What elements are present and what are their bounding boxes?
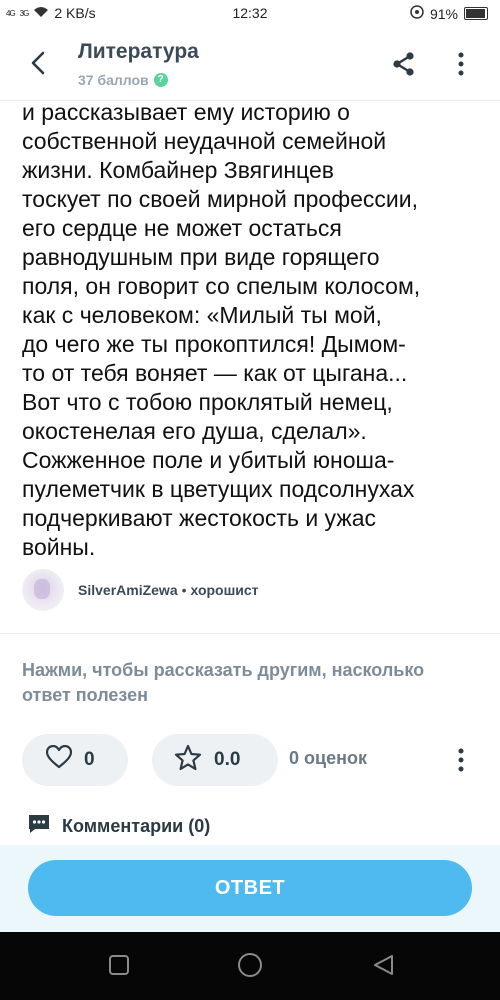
share-icon[interactable] xyxy=(390,50,418,78)
more-vertical-icon[interactable] xyxy=(452,50,470,78)
answer-line: его сердце не может остаться xyxy=(22,215,342,241)
chevron-left-icon[interactable] xyxy=(24,48,54,78)
location-icon xyxy=(410,5,424,22)
recent-apps-icon[interactable] xyxy=(108,954,130,981)
home-icon[interactable] xyxy=(237,952,263,983)
points-value: 37 баллов xyxy=(78,72,149,88)
help-icon[interactable]: ? xyxy=(153,73,168,87)
answer-line: войны. xyxy=(22,534,96,560)
answer-author[interactable]: SilverAmiZewa • хорошист xyxy=(22,568,259,612)
answer-line: тоскует по своей мирной профессии, xyxy=(22,186,419,212)
answer-text: и рассказывает ему историю о собственной… xyxy=(22,98,492,562)
answer-line: Вот что с тобою проклятый немец, xyxy=(22,389,393,415)
back-nav-icon[interactable] xyxy=(372,954,394,981)
battery-percent: 91% xyxy=(429,5,458,22)
answer-line: собственной неудачной семейной xyxy=(22,128,387,154)
comments-toggle[interactable]: Комментарии (0) xyxy=(28,814,210,839)
author-rank: хорошист xyxy=(190,582,259,598)
answer-line: как с человеком: «Милый ты мой, xyxy=(22,302,382,328)
answer-line: равнодушным при виде горящего xyxy=(22,244,380,270)
author-separator: • xyxy=(181,582,187,598)
ratings-count: 0 оценок xyxy=(289,748,367,768)
star-icon xyxy=(174,744,202,777)
like-count: 0 xyxy=(84,749,95,770)
rating-value: 0.0 xyxy=(214,749,241,770)
answer-line: поля, он говорит со спелым колосом, xyxy=(22,273,421,299)
rate-button[interactable]: 0.0 xyxy=(152,734,278,786)
like-button[interactable]: 0 xyxy=(22,734,128,786)
author-name[interactable]: SilverAmiZewa xyxy=(78,582,178,598)
heart-icon xyxy=(45,744,73,775)
answer-line: окостенелая его душа, сделал». xyxy=(22,418,367,444)
battery-icon xyxy=(464,7,488,20)
app-header: Литература 37 баллов ? xyxy=(0,28,500,101)
comments-label: Комментарии (0) xyxy=(62,816,211,836)
answer-line: подчеркивают жестокость и ужас xyxy=(22,505,376,531)
answer-line: Сожженное поле и убитый юноша- xyxy=(22,447,395,473)
page-title: Литература xyxy=(78,40,199,63)
status-right: 91% xyxy=(410,5,488,22)
answer-line: до чего же ты прокоптился! Дымом- xyxy=(22,331,406,357)
answer-line: то от тебя воняет — как от цыгана... xyxy=(22,360,408,386)
points-label: 37 баллов ? xyxy=(78,72,168,88)
answer-line: пулеметчик в цветущих подсолнухах xyxy=(22,476,415,502)
feedback-prompt: Нажми, чтобы рассказать другим, наскольк… xyxy=(22,660,425,705)
comment-icon xyxy=(28,814,50,839)
divider xyxy=(0,633,500,634)
system-nav-bar xyxy=(0,932,500,1000)
answer-more-icon[interactable] xyxy=(452,746,470,774)
answer-button[interactable]: ОТВЕТ xyxy=(28,860,472,916)
answer-line: и рассказывает ему историю о xyxy=(22,99,350,125)
avatar[interactable] xyxy=(22,569,64,611)
answer-line: жизни. Комбайнер Звягинцев xyxy=(22,157,334,183)
status-bar: 4G 3G 2 KB/s 12:32 91% xyxy=(0,0,500,28)
